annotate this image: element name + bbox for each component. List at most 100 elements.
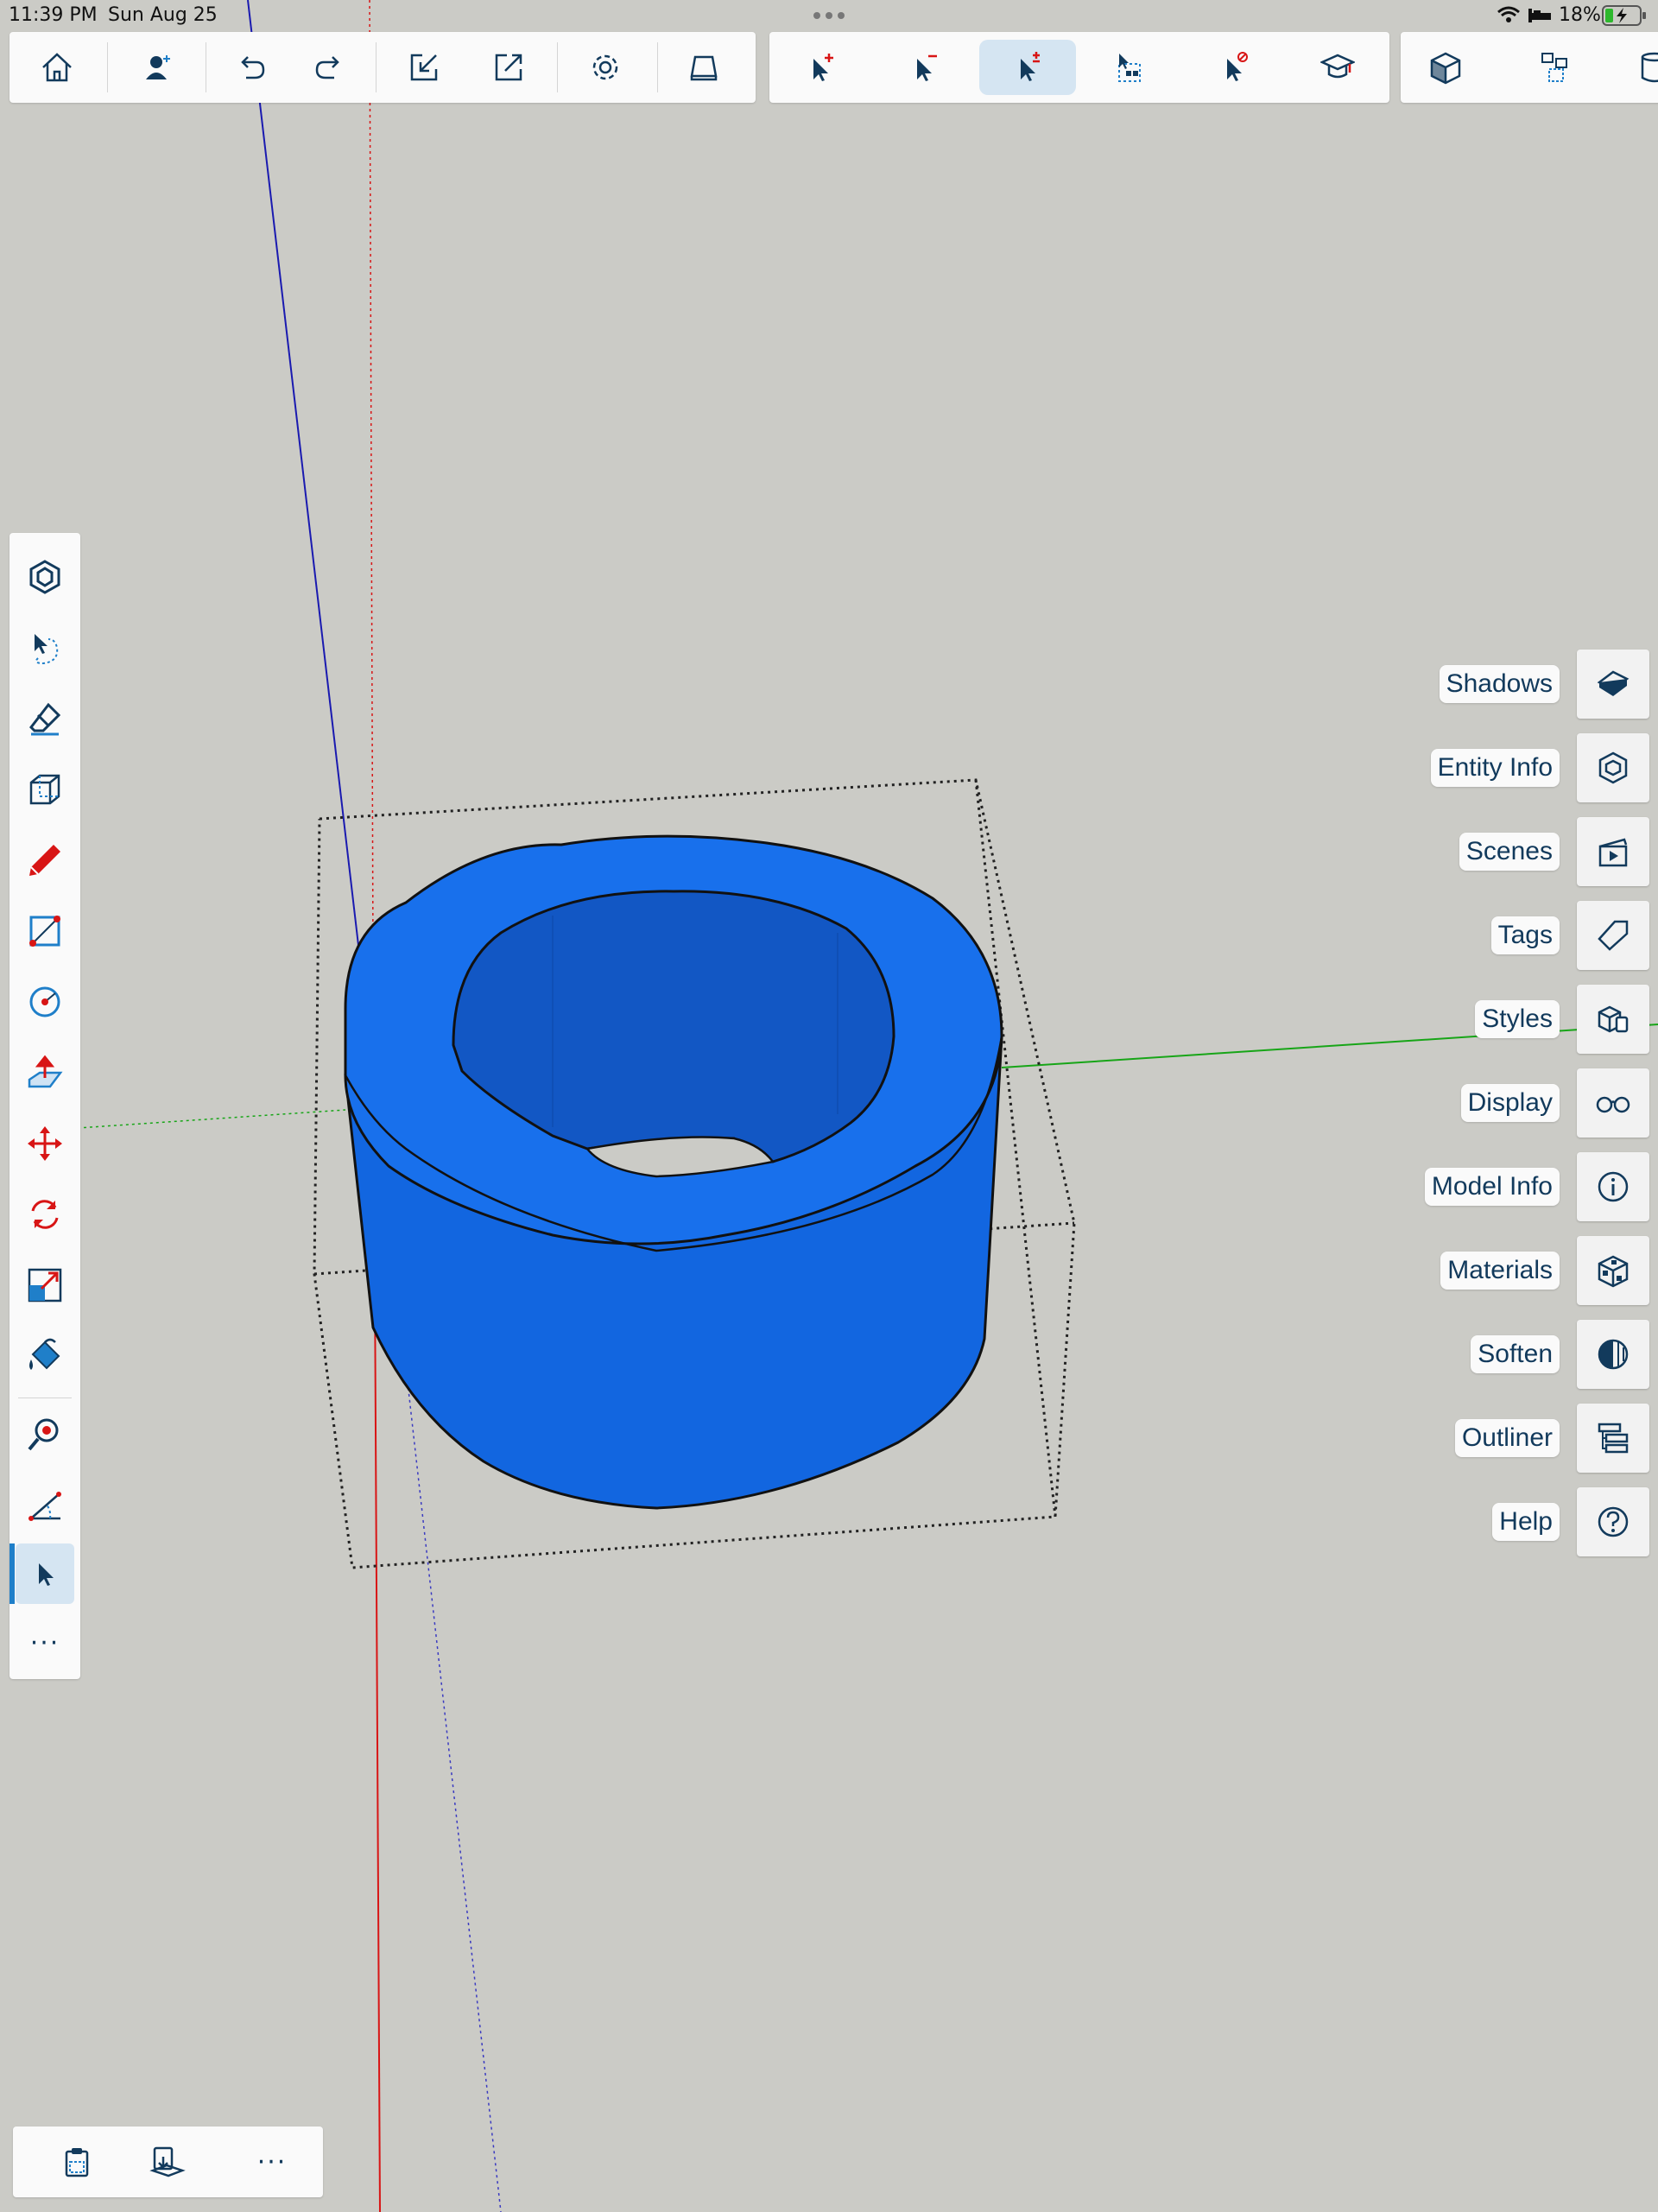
select-toggle-button[interactable] (979, 40, 1076, 95)
select-box-button[interactable] (1102, 40, 1157, 95)
tray-button[interactable] (1577, 817, 1649, 886)
tool-tape-measure[interactable] (16, 759, 74, 820)
tray-button[interactable] (1577, 1404, 1649, 1473)
green-axis-hidden (77, 1109, 346, 1129)
tray-button[interactable] (1577, 650, 1649, 719)
tool-move[interactable] (16, 1113, 74, 1174)
home-button[interactable] (29, 40, 85, 95)
more-dots: ··· (256, 2146, 288, 2177)
tray-label[interactable]: Shadows (1439, 665, 1560, 703)
tool-paint-bucket[interactable] (16, 1326, 74, 1386)
add-collaborator-button[interactable] (130, 40, 186, 95)
tray-label[interactable]: Tags (1490, 916, 1560, 954)
tray-label[interactable]: Scenes (1459, 833, 1560, 871)
tool-rectangle[interactable] (16, 901, 74, 961)
layers-button[interactable] (1627, 40, 1658, 95)
bottom-more-button[interactable]: ··· (244, 2134, 300, 2190)
position-camera-icon (28, 1418, 59, 1451)
tool-scale[interactable] (16, 1255, 74, 1315)
tool-more-button[interactable]: ··· (16, 1613, 74, 1673)
tray-display[interactable]: Display (1399, 1065, 1649, 1138)
tray-button[interactable] (1577, 901, 1649, 970)
tool-eraser[interactable] (16, 688, 74, 749)
tool-pencil[interactable] (16, 830, 74, 891)
tray-button[interactable] (1577, 733, 1649, 802)
materials-icon (1598, 1255, 1629, 1288)
tray-scenes[interactable]: Scenes (1399, 814, 1649, 886)
tray-shadows[interactable]: Shadows (1399, 646, 1649, 719)
undo-icon (241, 56, 265, 79)
tray-button[interactable] (1577, 1152, 1649, 1221)
status-bar: 11:39 PM Sun Aug 25 18% (0, 0, 1658, 31)
tray-materials[interactable]: Materials (1399, 1233, 1649, 1305)
tool-protractor[interactable] (16, 1474, 74, 1535)
tool-select[interactable] (9, 1543, 74, 1604)
scenes-icon (1598, 838, 1628, 867)
multitasking-dots-icon[interactable] (812, 7, 846, 24)
tube-model[interactable] (344, 834, 1003, 1510)
tray-button[interactable] (1577, 1068, 1649, 1138)
tray-button[interactable] (1577, 985, 1649, 1054)
components-browser-button[interactable] (1528, 40, 1584, 95)
tray-label[interactable]: Styles (1475, 1000, 1560, 1038)
select-none-button[interactable] (1206, 40, 1262, 95)
tray-soften[interactable]: Soften (1399, 1316, 1649, 1389)
paste-in-place-button[interactable] (139, 2134, 194, 2190)
tray-button[interactable] (1577, 1236, 1649, 1305)
tray-model-info[interactable]: Model Info (1399, 1149, 1649, 1221)
measure-box-icon (29, 774, 60, 805)
help-icon (1598, 1506, 1629, 1537)
tray-label[interactable]: Help (1492, 1503, 1560, 1541)
component-button[interactable] (1418, 40, 1473, 95)
clipboard-icon (65, 2148, 89, 2177)
gear-icon (592, 54, 618, 80)
tag-icon (1598, 920, 1629, 951)
tool-orbit[interactable] (16, 547, 74, 607)
home-icon (42, 53, 72, 82)
eraser-icon (29, 702, 61, 736)
tray-styles[interactable]: Styles (1399, 981, 1649, 1054)
tool-rotate[interactable] (16, 1184, 74, 1245)
tool-circle[interactable] (16, 972, 74, 1032)
sleep-mode-icon (1528, 9, 1551, 22)
tray-label[interactable]: Display (1460, 1084, 1560, 1122)
select-subtract-button[interactable] (896, 40, 952, 95)
tray-help[interactable]: Help (1399, 1484, 1649, 1556)
component-icon (1430, 52, 1461, 85)
tool-push-pull[interactable] (16, 1043, 74, 1103)
main-toolbar (9, 32, 756, 103)
pencil-icon (29, 845, 60, 876)
more-dots: ··· (29, 1627, 60, 1658)
tray-tags[interactable]: Tags (1399, 897, 1649, 970)
export-icon (495, 54, 522, 81)
settings-button[interactable] (578, 40, 633, 95)
tool-lasso-select[interactable] (16, 618, 74, 678)
export-button[interactable] (481, 40, 536, 95)
select-subtract-icon (917, 54, 937, 81)
tray-label[interactable]: Materials (1440, 1252, 1560, 1290)
bottom-toolbar: ··· (13, 2126, 323, 2197)
tray-entity-info[interactable]: Entity Info (1399, 730, 1649, 802)
entity-info-icon (1598, 751, 1628, 784)
tray-label[interactable]: Outliner (1454, 1419, 1560, 1457)
redo-button[interactable] (301, 40, 357, 95)
tray-label[interactable]: Soften (1471, 1335, 1560, 1373)
tool-search-sphere[interactable] (16, 1404, 74, 1464)
instructor-button[interactable] (1310, 40, 1365, 95)
status-time: 11:39 PM (9, 4, 98, 26)
tray-outliner[interactable]: Outliner (1399, 1400, 1649, 1473)
view-button[interactable] (676, 40, 731, 95)
move-icon (28, 1126, 62, 1161)
status-date: Sun Aug 25 (108, 4, 218, 26)
tray-label[interactable]: Model Info (1424, 1168, 1560, 1206)
clipboard-button[interactable] (49, 2134, 104, 2190)
paste-icon (149, 2146, 186, 2177)
tray-label[interactable]: Entity Info (1430, 749, 1560, 787)
redo-icon (315, 56, 339, 79)
tray-button[interactable] (1577, 1487, 1649, 1556)
import-button[interactable] (396, 40, 452, 95)
tray-button[interactable] (1577, 1320, 1649, 1389)
components-toolbar (1401, 32, 1658, 103)
undo-button[interactable] (224, 40, 279, 95)
select-add-button[interactable] (793, 40, 848, 95)
